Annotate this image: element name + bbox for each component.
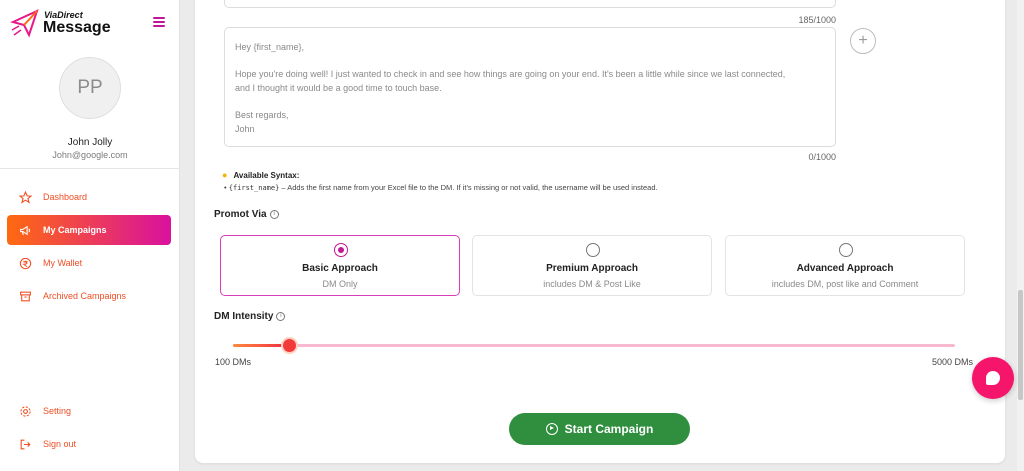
option-title: Premium Approach [546, 263, 638, 274]
chat-bubble-icon [986, 371, 1000, 385]
lightbulb-icon: ● [222, 170, 228, 180]
dm-intensity-label: DM Intensity i [214, 311, 286, 322]
add-message-button[interactable]: + [850, 28, 876, 54]
scrollbar-thumb[interactable] [1018, 290, 1023, 400]
user-email: John@google.com [52, 150, 128, 160]
message-line: Hope you're doing well! I just wanted to… [235, 69, 786, 79]
slider-min-label: 100 DMs [215, 357, 252, 367]
sidebar-item-label: Archived Campaigns [43, 291, 127, 301]
option-title: Basic Approach [302, 263, 378, 274]
promote-via-label: Promot Via i [214, 209, 279, 220]
option-basic-approach[interactable]: Basic Approach DM Only [220, 235, 460, 296]
sidebar-item-label: Sign out [43, 439, 77, 449]
gear-icon [18, 404, 32, 418]
slider-fill [233, 344, 289, 347]
syntax-title: Available Syntax: [233, 170, 300, 180]
slider-thumb[interactable] [283, 339, 296, 352]
previous-char-count: 185/1000 [798, 15, 836, 25]
syntax-token: {first_name} [228, 184, 280, 192]
option-subtitle: includes DM & Post Like [543, 279, 641, 289]
syntax-heading: ● Available Syntax: [222, 170, 299, 180]
message-line: and I thought it would be a good time to… [235, 83, 442, 93]
sidebar-item-label: My Campaigns [43, 225, 107, 235]
option-premium-approach[interactable]: Premium Approach includes DM & Post Like [472, 235, 712, 296]
scrollbar[interactable] [1017, 0, 1024, 471]
sidebar-item-label: My Wallet [43, 258, 83, 268]
hamburger-menu-icon[interactable] [153, 17, 165, 27]
start-campaign-button[interactable]: Start Campaign [509, 413, 690, 445]
dm-intensity-slider[interactable] [233, 339, 955, 352]
radio-advanced[interactable] [839, 243, 853, 257]
sidebar-item-dashboard[interactable]: Dashboard [7, 182, 171, 212]
play-circle-icon [545, 423, 558, 435]
start-campaign-label: Start Campaign [564, 422, 654, 436]
radio-basic[interactable] [334, 243, 348, 257]
message-char-count: 0/1000 [808, 152, 836, 162]
message-line: Hey {first_name}, [235, 42, 305, 52]
sidebar-item-label: Dashboard [43, 192, 88, 202]
archive-icon [18, 289, 32, 303]
sidebar-item-my-campaigns[interactable]: My Campaigns [7, 215, 171, 245]
syntax-description: – Adds the first name from your Excel fi… [279, 183, 658, 192]
info-icon[interactable]: i [269, 210, 279, 219]
sidebar-item-label: Setting [43, 406, 72, 416]
option-subtitle: includes DM, post like and Comment [771, 279, 919, 289]
radio-premium[interactable] [586, 243, 600, 257]
message-textarea-previous[interactable] [224, 0, 836, 8]
sidebar: ViaDirect Message PP John Jolly John@goo… [0, 0, 180, 471]
avatar[interactable]: PP [59, 57, 121, 119]
paper-plane-icon [10, 9, 39, 38]
slider-max-label: 5000 DMs [932, 357, 974, 367]
rupee-icon [18, 256, 32, 270]
option-advanced-approach[interactable]: Advanced Approach includes DM, post like… [725, 235, 965, 296]
sidebar-divider [0, 168, 180, 169]
syntax-help-line: • {first_name} – Adds the first name fro… [224, 183, 658, 192]
chat-button[interactable] [972, 357, 1014, 399]
message-line: John [235, 124, 255, 134]
sidebar-item-archived-campaigns[interactable]: Archived Campaigns [7, 281, 171, 311]
megaphone-icon [18, 223, 32, 237]
brand-big: Message [43, 19, 111, 36]
option-subtitle: DM Only [322, 279, 358, 289]
message-line: Best regards, [235, 110, 289, 120]
info-icon[interactable]: i [276, 312, 286, 321]
user-name: John Jolly [67, 137, 113, 148]
sidebar-item-my-wallet[interactable]: My Wallet [7, 248, 171, 278]
syntax-bullet: • [224, 183, 227, 192]
message-textarea[interactable]: Hey {first_name}, Hope you're doing well… [224, 27, 836, 147]
sidebar-item-setting[interactable]: Setting [7, 396, 171, 426]
option-title: Advanced Approach [796, 263, 894, 274]
sidebar-item-sign-out[interactable]: Sign out [7, 429, 171, 459]
star-icon [18, 190, 32, 204]
app-logo[interactable]: ViaDirect Message [10, 8, 120, 42]
sign-out-icon [18, 437, 32, 451]
